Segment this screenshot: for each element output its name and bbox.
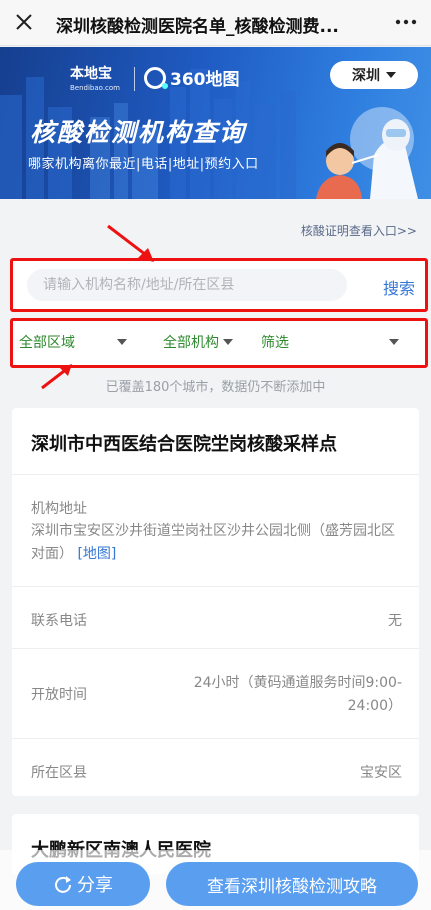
search-bar: 搜索 (10, 258, 428, 312)
close-icon[interactable] (12, 10, 36, 34)
view-guide-button[interactable]: 查看深圳核酸检测攻略 (166, 862, 418, 906)
divider (12, 586, 419, 587)
city-label: 深圳 (352, 68, 380, 84)
share-button[interactable]: 分享 (16, 862, 150, 906)
area-dropdown-icon (117, 339, 127, 345)
search-button[interactable]: 搜索 (383, 275, 415, 299)
map-link[interactable]: [地图] (77, 546, 116, 562)
share-label: 分享 (77, 875, 113, 896)
phone-label: 联系电话 (31, 613, 87, 629)
dropdown-triangle-icon (386, 72, 396, 78)
address-value: 深圳市宝安区沙井街道坣岗社区沙井公园北侧（盛芳园北区对面） [地图] (31, 523, 395, 562)
screen-dropdown-icon (389, 339, 399, 345)
institution-card[interactable]: 深圳市中西医结合医院坣岗核酸采样点 机构地址 深圳市宝安区沙井街道坣岗社区沙井公… (12, 408, 419, 796)
brand-divider (134, 67, 135, 91)
banner-subtitle: 哪家机构离你最近|电话|地址|预约入口 (28, 157, 259, 172)
filter-screen-label: 筛选 (261, 335, 289, 351)
address-label: 机构地址 (31, 501, 87, 517)
search-input[interactable] (27, 269, 347, 301)
phone-value: 无 (388, 613, 402, 629)
filter-area[interactable]: 全部区域 (19, 332, 127, 352)
hours-label: 开放时间 (31, 687, 87, 703)
filter-org-label: 全部机构 (163, 335, 219, 351)
divider (12, 738, 419, 739)
hours-value: 24小时（黄码通道服务时间9:00-24:00） (193, 675, 402, 714)
divider (12, 648, 419, 649)
360-map-logo: 360地图 (144, 65, 240, 90)
swab-test-illustration (316, 107, 418, 199)
coverage-note: 已覆盖180个城市，数据仍不断添加中 (105, 380, 326, 395)
district-value: 宝安区 (360, 765, 402, 781)
hero-banner: 本地宝 Bendibao.com 360地图 深圳 核酸检测机构查询 哪家机构离… (0, 47, 431, 199)
page-title: 深圳核酸检测医院名单_核酸检测费... (56, 17, 339, 37)
bendibao-logo: 本地宝 Bendibao.com (70, 66, 121, 92)
city-selector[interactable]: 深圳 (330, 61, 418, 89)
annotation-arrow-icon (107, 224, 154, 262)
filter-org[interactable]: 全部机构 (163, 332, 233, 352)
institution-name: 深圳市中西医结合医院坣岗核酸采样点 (31, 434, 337, 455)
filter-area-label: 全部区域 (19, 335, 75, 351)
filter-bar: 全部区域 全部机构 筛选 (10, 318, 428, 368)
district-label: 所在区县 (31, 765, 87, 781)
divider (12, 474, 419, 475)
top-bar: 深圳核酸检测医院名单_核酸检测费... (0, 0, 431, 46)
share-icon (55, 876, 71, 893)
360-logo-icon (144, 66, 168, 89)
proof-entry-link[interactable]: 核酸证明查看入口>> (301, 222, 417, 239)
filter-screen[interactable]: 筛选 (261, 332, 399, 352)
banner-title: 核酸检测机构查询 (30, 118, 247, 147)
org-dropdown-icon (223, 339, 233, 345)
more-icon[interactable] (393, 10, 419, 34)
